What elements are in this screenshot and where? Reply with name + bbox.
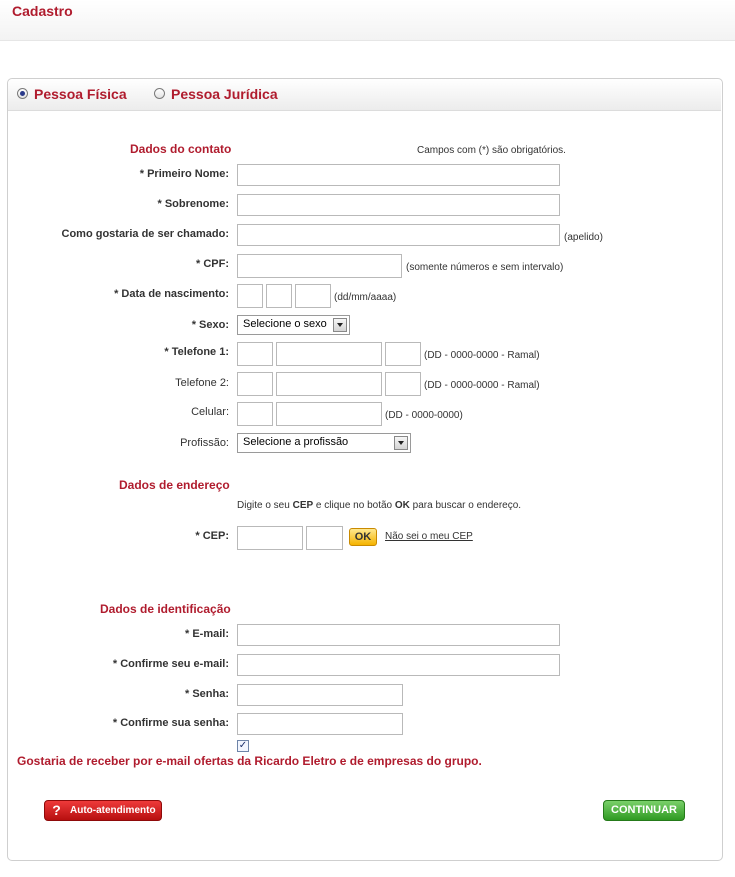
continue-button[interactable]: CONTINUAR [603,800,685,821]
cep-suffix-input[interactable] [306,526,343,550]
birth-month-input[interactable] [266,284,292,308]
cep-ok-button[interactable]: OK [349,528,377,546]
phone2-ddd-input[interactable] [237,372,273,396]
profession-label: Profissão: [180,437,229,449]
page-header [0,0,735,41]
chevron-down-icon [333,318,347,332]
password-label: * Senha: [184,688,229,700]
birth-date-label: * Data de nascimento: [114,288,229,300]
cpf-label: * CPF: [196,258,229,270]
tab-pessoa-fisica-label[interactable]: Pessoa Física [34,86,127,102]
section-title-identification: Dados de identificação [100,602,231,616]
phone1-hint: (DD - 0000-0000 - Ramal) [424,350,540,361]
radio-pessoa-juridica[interactable] [154,88,165,99]
surname-label: * Sobrenome: [157,198,229,210]
help-button-label: Auto-atendimento [70,805,156,816]
sex-select[interactable]: Selecione o sexo [237,315,350,335]
confirm-password-label: * Confirme sua senha: [112,717,229,729]
mobile-ddd-input[interactable] [237,402,273,426]
unknown-cep-link[interactable]: Não sei o meu CEP [385,531,473,542]
nickname-label: Como gostaria de ser chamado: [61,228,230,240]
sex-select-value: Selecione o sexo [243,318,327,330]
phone1-extension-input[interactable] [385,342,421,366]
mobile-number-input[interactable] [276,402,382,426]
newsletter-consent-text: Gostaria de receber por e-mail ofertas d… [17,754,482,768]
phone1-label: * Telefone 1: [164,346,229,358]
confirm-email-label: * Confirme seu e-mail: [112,658,229,670]
nickname-input[interactable] [237,224,560,246]
cep-instruction-bold-ok: OK [394,500,410,511]
section-title-address: Dados de endereço [119,478,230,492]
nickname-hint: (apelido) [564,232,603,243]
first-name-input[interactable] [237,164,560,186]
cep-instruction-text-3: para buscar o endereço. [409,500,522,511]
phone1-ddd-input[interactable] [237,342,273,366]
chevron-down-icon [394,436,408,450]
cpf-input[interactable] [237,254,402,278]
birth-year-input[interactable] [295,284,331,308]
cep-label: * CEP: [195,530,229,542]
phone1-number-input[interactable] [276,342,382,366]
cep-instruction-bold-cep: CEP [292,500,314,511]
confirm-email-input[interactable] [237,654,560,676]
page-title: Cadastro [12,3,73,19]
mobile-label: Celular: [191,406,229,418]
mobile-hint: (DD - 0000-0000) [385,410,463,421]
required-fields-note: Campos com (*) são obrigatórios. [417,145,566,156]
profession-select-value: Selecione a profissão [243,436,349,448]
section-title-contact: Dados do contato [130,142,232,156]
birth-day-input[interactable] [237,284,263,308]
email-input[interactable] [237,624,560,646]
phone2-number-input[interactable] [276,372,382,396]
newsletter-checkbox[interactable]: ✓ [237,740,249,752]
help-button[interactable]: ? Auto-atendimento [44,800,162,821]
cpf-hint: (somente números e sem intervalo) [406,262,564,273]
phone2-label: Telefone 2: [175,377,229,389]
phone2-extension-input[interactable] [385,372,421,396]
cep-instruction-text-1: Digite o seu [237,500,293,511]
phone2-hint: (DD - 0000-0000 - Ramal) [424,380,540,391]
cep-instruction-text-2: e clique no botão [313,500,395,511]
sex-label: * Sexo: [191,319,229,331]
question-icon: ? [52,802,61,818]
cep-instruction: Digite o seu CEP e clique no botão OK pa… [237,500,521,511]
cep-prefix-input[interactable] [237,526,303,550]
radio-pessoa-fisica[interactable] [17,88,28,99]
tab-pessoa-juridica-label[interactable]: Pessoa Jurídica [171,86,278,102]
password-input[interactable] [237,684,403,706]
birth-date-hint: (dd/mm/aaaa) [334,292,397,303]
confirm-password-input[interactable] [237,713,403,735]
profession-select[interactable]: Selecione a profissão [237,433,411,453]
first-name-label: * Primeiro Nome: [139,168,229,180]
surname-input[interactable] [237,194,560,216]
email-label: * E-mail: [184,628,229,640]
